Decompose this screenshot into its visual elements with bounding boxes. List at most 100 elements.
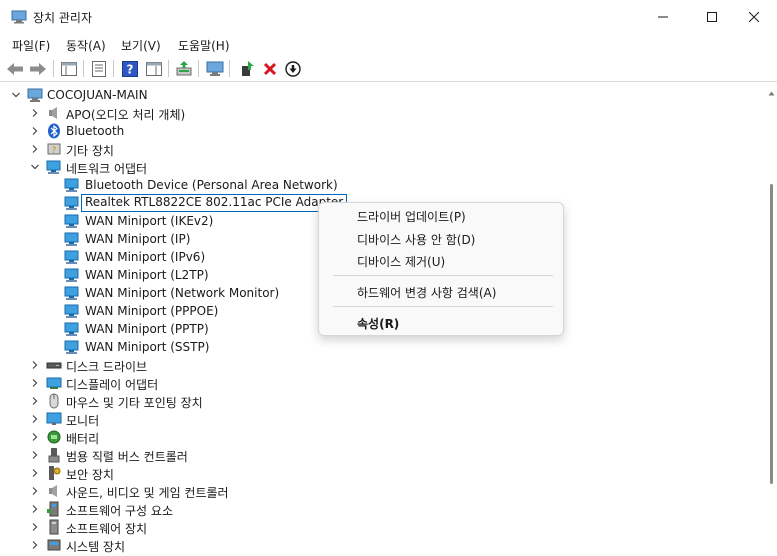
- chevron-right-icon[interactable]: [30, 540, 40, 550]
- tree-category-label: 소프트웨어 구성 요소: [66, 504, 173, 518]
- tree-root[interactable]: COCOJUAN-MAIN: [0, 86, 766, 104]
- chevron-right-icon[interactable]: [30, 450, 40, 460]
- network-adapter-icon: [64, 303, 80, 319]
- network-adapter-label: WAN Miniport (IP): [85, 232, 191, 246]
- tree-category[interactable]: 사운드, 비디오 및 게임 컨트롤러: [0, 482, 766, 500]
- tree-category-network[interactable]: 네트워크 어댑터: [0, 158, 766, 176]
- tree-category[interactable]: Bluetooth: [0, 122, 766, 140]
- network-adapter-item[interactable]: Bluetooth Device (Personal Area Network): [0, 176, 766, 194]
- context-menu: 드라이버 업데이트(P) 디바이스 사용 안 함(D) 디바이스 제거(U) 하…: [318, 202, 564, 336]
- network-adapter-icon: [64, 177, 80, 193]
- chevron-right-icon[interactable]: [30, 522, 40, 532]
- tree-category-label: 소프트웨어 장치: [66, 522, 148, 536]
- tree-category[interactable]: 소프트웨어 구성 요소: [0, 500, 766, 518]
- update-driver-button[interactable]: [174, 59, 194, 79]
- chevron-right-icon[interactable]: [30, 414, 40, 424]
- vertical-scrollbar[interactable]: [766, 86, 777, 556]
- context-disable-device[interactable]: 디바이스 사용 안 함(D): [357, 231, 475, 248]
- tree-category[interactable]: 시스템 장치: [0, 536, 766, 554]
- svg-text:?: ?: [127, 63, 134, 77]
- tree-category[interactable]: 보안 장치: [0, 464, 766, 482]
- network-adapter-label: Bluetooth Device (Personal Area Network): [85, 178, 338, 192]
- network-adapter-label: WAN Miniport (Network Monitor): [85, 286, 280, 300]
- tree-category[interactable]: 배터리: [0, 428, 766, 446]
- chevron-right-icon[interactable]: [30, 468, 40, 478]
- context-scan-hardware[interactable]: 하드웨어 변경 사항 검색(A): [357, 284, 496, 301]
- context-update-driver[interactable]: 드라이버 업데이트(P): [357, 208, 466, 225]
- show-hide-tree-button[interactable]: [59, 59, 79, 79]
- speaker-icon: [46, 483, 62, 499]
- tree-category[interactable]: 모니터: [0, 410, 766, 428]
- usb-icon: [46, 447, 62, 463]
- tree-category-label: 배터리: [66, 432, 100, 446]
- scroll-up-icon[interactable]: [768, 90, 775, 97]
- network-adapter-icon: [64, 321, 80, 337]
- chevron-right-icon[interactable]: [30, 486, 40, 496]
- menu-help[interactable]: 도움말(H): [178, 37, 230, 54]
- menu-action[interactable]: 동작(A): [66, 37, 106, 54]
- tree-category[interactable]: 마우스 및 기타 포인팅 장치: [0, 392, 766, 410]
- help-button[interactable]: ?: [120, 59, 140, 79]
- tree-category-label: 시스템 장치: [66, 540, 126, 554]
- title-bar: 장치 관리자: [0, 0, 777, 33]
- network-adapter-item[interactable]: WAN Miniport (SSTP): [0, 338, 766, 356]
- chevron-right-icon[interactable]: [30, 432, 40, 442]
- enable-device-button[interactable]: [237, 59, 257, 79]
- scrollbar-thumb[interactable]: [770, 184, 773, 484]
- properties-icon: [92, 61, 106, 77]
- disable-device-icon: [285, 61, 301, 77]
- menu-bar: 파일(F) 동작(A) 보기(V) 도움말(H): [0, 33, 777, 55]
- minimize-button[interactable]: [640, 0, 686, 33]
- battery-icon: [46, 429, 62, 445]
- action-pane-button[interactable]: [144, 59, 164, 79]
- network-adapter-label: WAN Miniport (IKEv2): [85, 214, 214, 228]
- uninstall-device-button[interactable]: [260, 59, 280, 79]
- maximize-icon: [707, 11, 717, 22]
- forward-arrow-icon: [30, 63, 46, 75]
- tree-category[interactable]: ? 기타 장치: [0, 140, 766, 158]
- context-separator: [333, 306, 553, 307]
- tree-category-label: 마우스 및 기타 포인팅 장치: [66, 396, 203, 410]
- close-icon: [749, 11, 759, 22]
- network-adapter-label: WAN Miniport (IPv6): [85, 250, 206, 264]
- maximize-button[interactable]: [689, 0, 735, 33]
- chevron-right-icon[interactable]: [30, 360, 40, 370]
- tree-category[interactable]: 범용 직렬 버스 컨트롤러: [0, 446, 766, 464]
- back-button[interactable]: [5, 59, 25, 79]
- help-icon: ?: [122, 61, 138, 77]
- network-adapter-icon: [64, 213, 80, 229]
- toolbar-separator: [198, 60, 199, 77]
- unknown-device-icon: ?: [46, 141, 62, 157]
- tree-category[interactable]: 소프트웨어 장치: [0, 518, 766, 536]
- tree-category[interactable]: 디스플레이 어댑터: [0, 374, 766, 392]
- toolbar-separator: [229, 60, 230, 77]
- network-adapter-label: WAN Miniport (L2TP): [85, 268, 209, 282]
- chevron-right-icon[interactable]: [30, 144, 40, 154]
- menu-file[interactable]: 파일(F): [12, 37, 50, 54]
- close-button[interactable]: [731, 0, 777, 33]
- chevron-right-icon[interactable]: [30, 378, 40, 388]
- chevron-down-icon[interactable]: [30, 162, 40, 172]
- device-manager-app-icon: [11, 10, 27, 24]
- tree-category[interactable]: 디스크 드라이브: [0, 356, 766, 374]
- menu-view[interactable]: 보기(V): [121, 37, 161, 54]
- tree-category-label: 디스플레이 어댑터: [66, 378, 159, 392]
- monitor-icon: [46, 411, 62, 427]
- chevron-right-icon[interactable]: [30, 126, 40, 136]
- toolbar: ?: [0, 55, 777, 82]
- chevron-right-icon[interactable]: [30, 396, 40, 406]
- context-uninstall-device[interactable]: 디바이스 제거(U): [357, 253, 445, 270]
- disable-device-button[interactable]: [283, 59, 303, 79]
- software-device-icon: [46, 519, 62, 535]
- forward-button[interactable]: [28, 59, 48, 79]
- tree-category[interactable]: APO(오디오 처리 개체): [0, 104, 766, 122]
- context-properties[interactable]: 속성(R): [357, 315, 399, 332]
- toolbar-separator: [113, 60, 114, 77]
- chevron-right-icon[interactable]: [30, 504, 40, 514]
- show-hide-tree-icon: [61, 62, 77, 76]
- chevron-right-icon[interactable]: [30, 108, 40, 118]
- scan-hardware-button[interactable]: [205, 59, 225, 79]
- chevron-down-icon[interactable]: [11, 90, 21, 100]
- properties-button[interactable]: [89, 59, 109, 79]
- network-adapter-label: WAN Miniport (SSTP): [85, 340, 210, 354]
